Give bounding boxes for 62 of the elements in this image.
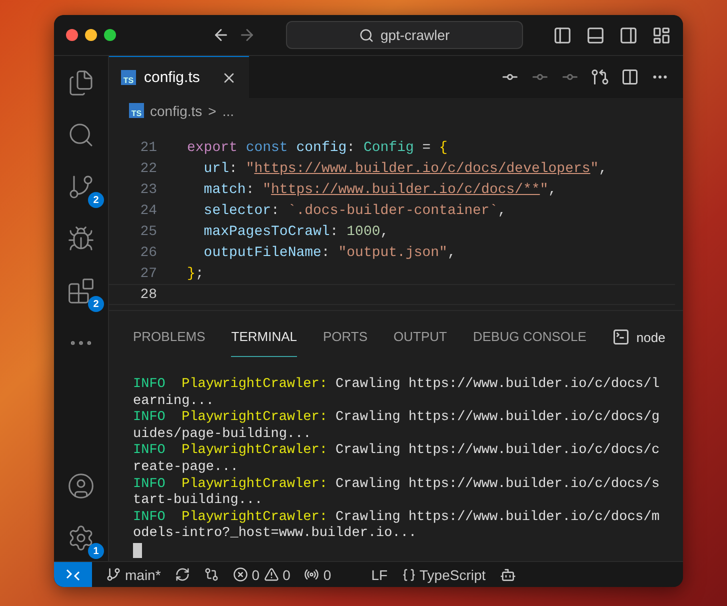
code-line: }; [187, 266, 204, 282]
remote-icon [65, 568, 81, 582]
split-editor-icon[interactable] [621, 68, 639, 86]
line-number: 21 [139, 140, 158, 156]
tab-label: config.ts [144, 69, 200, 86]
code-line: outputFileName: "output.json", [202, 244, 456, 260]
code-line: url: "https://www.builder.io/c/docs/developers", [202, 160, 608, 176]
error-icon [232, 567, 248, 582]
panel-tab[interactable]: PROBLEMS [133, 317, 206, 357]
remote-button[interactable] [54, 562, 92, 587]
panel-tab[interactable]: DEBUG CONSOLE [473, 317, 586, 357]
search-icon [359, 28, 374, 42]
log-line: INFO PlaywrightCrawler: Crawling https://www.builder.io/c/docs/learning... [133, 377, 661, 410]
warning-icon [264, 567, 279, 582]
breadcrumb-item[interactable]: ... [222, 102, 234, 118]
command-center-field[interactable]: gpt-crawler [286, 21, 523, 49]
log-line: INFO PlaywrightCrawler: Crawling https://www.builder.io/c/docs/start-building... [133, 476, 661, 510]
code-line: selector: `.docs-builder-container`, [202, 202, 506, 218]
typescript-file-icon: TS [121, 70, 136, 85]
terminal-name[interactable]: node [636, 330, 666, 344]
account-icon[interactable] [66, 471, 96, 501]
panel-bottom-icon[interactable] [586, 26, 605, 44]
typescript-file-icon: TS [129, 103, 144, 118]
breadcrumb-separator: > [208, 102, 216, 118]
code-line: match: "https://www.builder.io/c/docs/**", [202, 182, 557, 198]
ports-status[interactable]: 0 [304, 566, 332, 582]
panel-tab[interactable]: TERMINAL [231, 317, 297, 357]
robot-icon[interactable] [500, 566, 516, 582]
count-badge: 2 [88, 296, 104, 312]
terminal-cursor [133, 542, 142, 558]
sync-icon[interactable] [174, 567, 190, 582]
branch-circle-icon[interactable] [591, 68, 609, 86]
panel-left-icon[interactable] [553, 26, 572, 44]
layout-icon[interactable] [652, 26, 671, 44]
code-line: maxPagesToCrawl: 1000, [202, 224, 389, 240]
problems-status[interactable]: 0 0 [232, 566, 290, 582]
compare-icon[interactable] [204, 567, 219, 582]
log-line: INFO PlaywrightCrawler: Crawling https://www.builder.io/c/docs/models-intro?_host=www.builder.io... [133, 510, 661, 543]
count-badge: 1 [88, 543, 104, 559]
log-line: INFO PlaywrightCrawler: Crawling https://www.builder.io/c/docs/guides/page-building... [133, 410, 661, 443]
braces-icon [402, 568, 416, 582]
panel-tab[interactable]: PORTS [322, 317, 368, 357]
code-line: export const config: Config = { [187, 140, 448, 156]
line-number: 25 [139, 224, 158, 240]
line-number: 23 [139, 182, 158, 198]
terminal-icon [612, 328, 630, 346]
branch-icon [106, 567, 121, 582]
breadcrumb-item[interactable]: config.ts [150, 102, 202, 118]
line-number: 28 [139, 286, 158, 302]
line-number: 22 [139, 160, 158, 176]
line-number: 24 [139, 202, 158, 218]
editor-tab[interactable]: TS config.ts [109, 56, 249, 98]
log-line: INFO PlaywrightCrawler: Crawling https://www.builder.io/c/docs/create-page... [133, 443, 661, 477]
language-status[interactable]: TypeScript [402, 566, 486, 582]
line-number: 26 [139, 244, 158, 260]
count-badge: 2 [88, 192, 104, 208]
line-number: 27 [139, 266, 158, 282]
eol-status[interactable]: LF [371, 566, 388, 582]
panel-right-icon[interactable] [619, 26, 638, 44]
branch-status[interactable]: main* [106, 566, 161, 582]
antenna-icon [304, 567, 320, 582]
panel-tab[interactable]: OUTPUT [394, 317, 447, 357]
